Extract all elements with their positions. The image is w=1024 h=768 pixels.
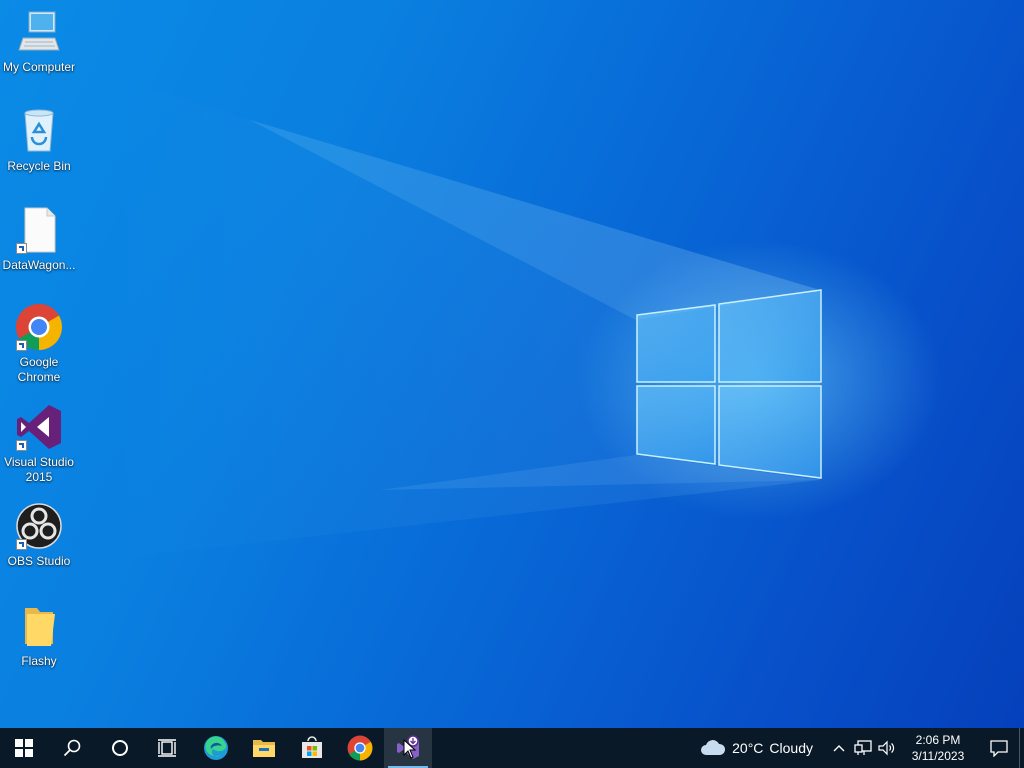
taskbar-store[interactable] [288, 728, 336, 768]
system-tray: 20°C Cloudy 2:06 PM 3/11/2023 [700, 728, 1024, 768]
desktop-icon-obs-studio[interactable]: OBS Studio [0, 502, 78, 569]
chevron-up-icon [833, 745, 845, 752]
taskbar: 20°C Cloudy 2:06 PM 3/11/2023 [0, 728, 1024, 768]
desktop-icon-recycle-bin[interactable]: Recycle Bin [0, 107, 78, 174]
mouse-cursor [403, 739, 417, 759]
taskbar-chrome[interactable] [336, 728, 384, 768]
start-button[interactable] [0, 728, 48, 768]
action-center-button[interactable] [979, 728, 1019, 768]
edge-icon [204, 736, 228, 760]
clock-date: 3/11/2023 [911, 749, 965, 763]
shortcut-arrow-icon [16, 243, 27, 254]
desktop-icon-label: Visual Studio 2015 [4, 455, 74, 484]
network-icon [854, 740, 872, 755]
cloud-icon [701, 740, 726, 755]
clock[interactable]: 2:06 PM 3/11/2023 [905, 732, 971, 764]
shortcut-arrow-icon [16, 539, 27, 550]
desktop-icon-visual-studio[interactable]: Visual Studio 2015 [0, 403, 78, 485]
folder-icon [15, 602, 63, 650]
shortcut-arrow-icon [16, 340, 27, 351]
computer-icon [15, 8, 63, 56]
folder-icon [253, 740, 275, 757]
search-button[interactable] [48, 728, 96, 768]
network-button[interactable] [851, 728, 875, 768]
desktop-icon-my-computer[interactable]: My Computer [0, 8, 78, 75]
desktop-icon-label: OBS Studio [7, 554, 71, 568]
volume-icon [878, 740, 895, 756]
visual-studio-icon [15, 403, 63, 451]
taskbar-file-explorer[interactable] [240, 728, 288, 768]
desktop-icon-datawagon[interactable]: DataWagon... [0, 206, 78, 273]
chrome-icon [15, 303, 63, 351]
notification-icon [990, 740, 1008, 757]
weather-condition: Cloudy [769, 740, 813, 756]
store-icon [302, 736, 322, 758]
desktop-icon-label: Flashy [21, 654, 57, 668]
clock-time: 2:06 PM [915, 733, 961, 747]
desktop-icon-label: Recycle Bin [7, 159, 71, 173]
search-icon [63, 739, 81, 757]
wallpaper-windows-logo [100, 75, 822, 560]
task-view-icon [158, 739, 176, 757]
windows-logo-icon [15, 739, 33, 757]
file-icon [15, 206, 63, 254]
weather-widget[interactable]: 20°C Cloudy [700, 739, 813, 757]
cortana-circle-icon [112, 740, 128, 756]
desktop-icon-label: My Computer [2, 60, 76, 74]
chrome-icon [347, 735, 373, 761]
volume-button[interactable] [875, 728, 899, 768]
task-view-button[interactable] [144, 728, 192, 768]
desktop-icon-flashy[interactable]: Flashy [0, 602, 78, 669]
show-desktop-button[interactable] [1019, 728, 1024, 768]
weather-temperature: 20°C [732, 740, 764, 756]
shortcut-arrow-icon [16, 440, 27, 451]
cortana-button[interactable] [96, 728, 144, 768]
obs-icon [15, 502, 63, 550]
desktop-icon-google-chrome[interactable]: Google Chrome [0, 303, 78, 385]
taskbar-edge[interactable] [192, 728, 240, 768]
recycle-bin-icon [15, 107, 63, 155]
show-hidden-icons-button[interactable] [827, 728, 851, 768]
desktop-icon-label: Google Chrome [17, 355, 61, 384]
desktop-icon-label: DataWagon... [2, 258, 76, 272]
desktop[interactable]: My Computer Recycle Bin DataWagon... Goo… [0, 0, 1024, 728]
